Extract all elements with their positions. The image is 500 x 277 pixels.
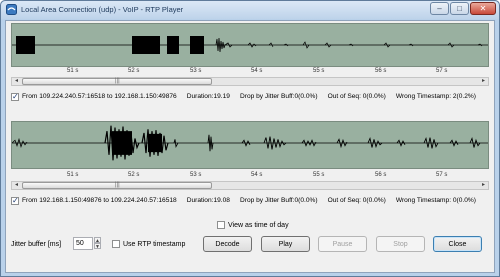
stream-out-of-seq: Out of Seq: 0(0.0%) <box>327 93 386 100</box>
tick-label: 52 s <box>128 68 140 74</box>
minimize-button[interactable]: ‒ <box>430 2 449 15</box>
stream-2-checkbox[interactable] <box>11 196 19 205</box>
stream-out-of-seq: Out of Seq: 0(0.0%) <box>327 197 386 204</box>
jitter-buffer-label: Jitter buffer [ms] <box>11 241 62 248</box>
tick-label: 56 s <box>375 68 387 74</box>
stream-info-row-1: From 109.224.240.57:16518 to 192.168.1.1… <box>11 91 497 102</box>
waveform-stream-2[interactable] <box>11 121 489 169</box>
decode-button[interactable]: Decode <box>203 236 252 252</box>
pause-button[interactable]: Pause <box>318 236 367 252</box>
jitter-buffer-input[interactable]: 50 <box>73 237 93 250</box>
stream-info-row-2: From 192.168.1.150:49876 to 109.224.240.… <box>11 195 497 206</box>
tick-label: 57 s <box>436 68 448 74</box>
grip-icon: ||| <box>115 182 120 188</box>
stream-from-to: From 109.224.240.57:16518 to 192.168.1.1… <box>22 93 177 100</box>
tick-label: 53 s <box>190 172 202 178</box>
tick-label: 51 s <box>67 68 79 74</box>
stream-drop-by-jitter: Drop by Jitter Buff:0(0.0%) <box>239 93 318 100</box>
rtp-player-window: Local Area Connection (udp) - VoIP - RTP… <box>0 0 500 277</box>
view-as-time-of-day-checkbox[interactable] <box>217 221 225 229</box>
scroll-thumb[interactable]: ||| <box>22 182 212 189</box>
use-rtp-timestamp-option[interactable]: Use RTP timestamp <box>112 240 185 248</box>
time-axis-2: 51 s 52 s 53 s 54 s 55 s 56 s 57 s <box>11 172 489 181</box>
stream-drop-by-jitter: Drop by Jitter Buff:0(0.0%) <box>239 197 318 204</box>
time-axis-1: 51 s 52 s 53 s 54 s 55 s 56 s 57 s <box>11 68 489 77</box>
tick-label: 57 s <box>436 172 448 178</box>
tick-label: 54 s <box>251 172 263 178</box>
waveform-graph-2 <box>12 125 488 161</box>
tick-label: 55 s <box>313 172 325 178</box>
tick-label: 53 s <box>190 68 202 74</box>
grip-icon: ||| <box>115 78 120 84</box>
stop-button[interactable]: Stop <box>376 236 425 252</box>
close-button[interactable]: Close <box>433 236 482 252</box>
spin-up-icon[interactable]: ▲ <box>94 237 101 244</box>
close-window-button[interactable]: ✕ <box>470 2 496 15</box>
use-rtp-timestamp-label: Use RTP timestamp <box>123 240 186 248</box>
stream-1-checkbox[interactable] <box>11 92 19 101</box>
tick-label: 54 s <box>251 68 263 74</box>
horizontal-scrollbar-1[interactable]: ◂ ||| ▸ <box>11 77 489 86</box>
view-as-time-of-day-option[interactable]: View as time of day <box>217 221 289 229</box>
scroll-right-icon[interactable]: ▸ <box>479 182 488 189</box>
scroll-left-icon[interactable]: ◂ <box>12 182 21 189</box>
waveform-graph-1 <box>12 36 488 54</box>
tick-label: 52 s <box>128 172 140 178</box>
jitter-buffer-spinner[interactable]: ▲ ▼ <box>94 237 101 250</box>
tick-label: 56 s <box>375 172 387 178</box>
player-client-area: 51 s 52 s 53 s 54 s 55 s 56 s 57 s ◂ |||… <box>5 20 495 273</box>
tick-label: 51 s <box>67 172 79 178</box>
wireshark-app-icon <box>6 4 17 15</box>
stream-wrong-timestamp: Wrong Timestamp: 0(0.0%) <box>395 197 476 204</box>
horizontal-scrollbar-2[interactable]: ◂ ||| ▸ <box>11 181 489 190</box>
tick-label: 55 s <box>313 68 325 74</box>
play-button[interactable]: Play <box>261 236 310 252</box>
waveform-stream-1[interactable] <box>11 23 489 67</box>
spin-down-icon[interactable]: ▼ <box>94 243 101 250</box>
use-rtp-timestamp-checkbox[interactable] <box>112 240 120 248</box>
title-bar[interactable]: Local Area Connection (udp) - VoIP - RTP… <box>1 1 499 19</box>
stream-duration: Duration:19.19 <box>186 93 230 100</box>
view-as-time-of-day-label: View as time of day <box>228 221 289 229</box>
stream-from-to: From 192.168.1.150:49876 to 109.224.240.… <box>22 197 177 204</box>
stream-duration: Duration:19.08 <box>186 197 230 204</box>
scroll-left-icon[interactable]: ◂ <box>12 78 21 85</box>
maximize-button[interactable]: □ <box>450 2 469 15</box>
window-title: Local Area Connection (udp) - VoIP - RTP… <box>21 5 184 14</box>
scroll-thumb[interactable]: ||| <box>22 78 212 85</box>
stream-wrong-timestamp: Wrong Timestamp: 2(0.2%) <box>395 93 476 100</box>
scroll-right-icon[interactable]: ▸ <box>479 78 488 85</box>
